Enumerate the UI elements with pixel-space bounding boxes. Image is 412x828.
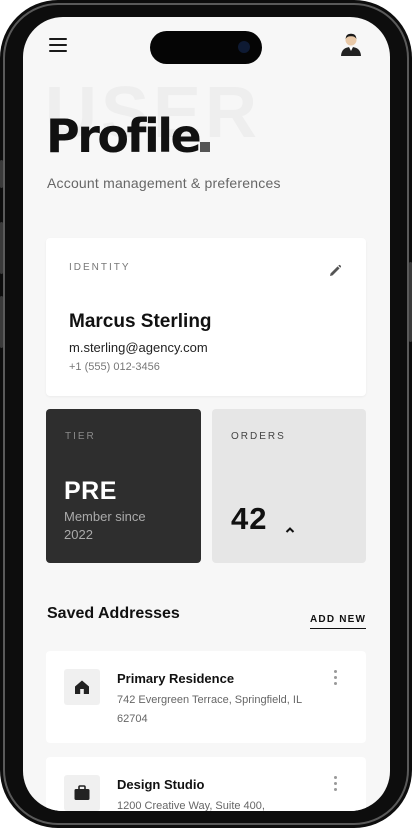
page-subtitle: Account management & preferences bbox=[47, 175, 281, 191]
pencil-icon[interactable] bbox=[328, 264, 342, 278]
tier-card[interactable]: TIER PRE Member since 2022 bbox=[46, 409, 201, 563]
member-since: Member since 2022 bbox=[64, 509, 146, 542]
user-email: m.sterling@agency.com bbox=[69, 340, 208, 355]
more-options-icon[interactable] bbox=[331, 670, 339, 688]
add-new-address-link[interactable]: ADD NEW bbox=[310, 614, 367, 629]
title-accent-dot bbox=[200, 142, 211, 152]
address-line: 1200 Creative Way, Suite 400, bbox=[117, 800, 265, 811]
more-options-icon[interactable] bbox=[331, 776, 339, 794]
action-button bbox=[0, 160, 3, 188]
user-name: Marcus Sterling bbox=[69, 311, 212, 332]
address-name: Design Studio bbox=[117, 777, 205, 792]
volume-up-button bbox=[0, 222, 3, 274]
orders-count: 42 bbox=[231, 501, 268, 536]
front-camera bbox=[238, 41, 250, 53]
address-line: 742 Evergreen Terrace, Springfield, IL 6… bbox=[117, 694, 302, 725]
chevron-up-icon bbox=[285, 521, 295, 533]
address-card[interactable]: Design Studio 1200 Creative Way, Suite 4… bbox=[46, 757, 366, 811]
home-icon bbox=[64, 669, 100, 705]
orders-card[interactable]: ORDERS 42 bbox=[212, 409, 366, 563]
address-card[interactable]: Primary Residence 742 Evergreen Terrace,… bbox=[46, 651, 366, 743]
volume-down-button bbox=[0, 296, 3, 348]
saved-addresses-heading: Saved Addresses bbox=[47, 605, 180, 622]
identity-label: IDENTITY bbox=[69, 262, 131, 273]
app-screen: USER Profile Account management & prefer… bbox=[23, 17, 390, 811]
dynamic-island bbox=[150, 31, 262, 64]
tier-value: PRE bbox=[64, 477, 117, 505]
briefcase-icon bbox=[64, 775, 100, 811]
user-phone: +1 (555) 012-3456 bbox=[69, 361, 160, 373]
address-name: Primary Residence bbox=[117, 671, 235, 686]
page-title: Profile bbox=[46, 113, 211, 159]
orders-label: ORDERS bbox=[231, 431, 286, 442]
tier-label: TIER bbox=[65, 431, 96, 442]
hamburger-menu-icon[interactable] bbox=[49, 38, 67, 52]
user-avatar-icon[interactable] bbox=[340, 32, 362, 56]
